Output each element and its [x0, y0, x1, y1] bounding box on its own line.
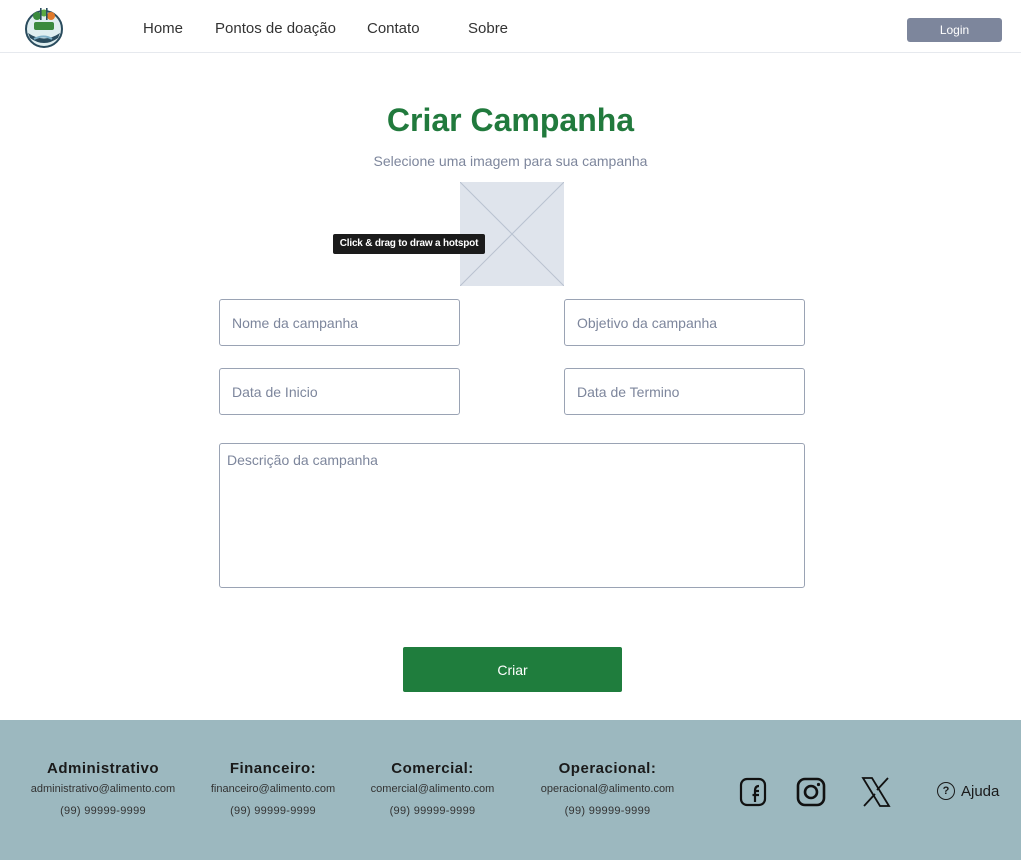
campaign-name-input[interactable]: [219, 299, 460, 346]
nav-sobre[interactable]: Sobre: [468, 20, 508, 37]
x-icon[interactable]: [860, 775, 892, 814]
help-link[interactable]: ? Ajuda: [937, 782, 999, 800]
top-navbar: Home Pontos de doação Contato Sobre Logi…: [0, 0, 1021, 53]
footer-contact-financeiro: Financeiro: financeiro@alimento.com (99)…: [198, 760, 348, 817]
start-date-input[interactable]: [219, 368, 460, 415]
help-icon: ?: [937, 782, 955, 800]
facebook-icon[interactable]: [738, 776, 768, 813]
nav-home[interactable]: Home: [143, 20, 183, 37]
footer: Administrativo administrativo@alimento.c…: [0, 720, 1021, 860]
create-campaign-button[interactable]: Criar: [403, 647, 622, 692]
logo[interactable]: [22, 4, 66, 50]
footer-contact-email[interactable]: operacional@alimento.com: [525, 783, 690, 795]
footer-contact-email[interactable]: administrativo@alimento.com: [18, 783, 188, 795]
footer-contact-phone: (99) 99999-9999: [230, 805, 316, 817]
page-title: Criar Campanha: [386, 102, 635, 138]
image-instruction: Selecione uma imagem para sua campanha: [373, 153, 648, 169]
hotspot-tooltip: Click & drag to draw a hotspot: [333, 234, 485, 254]
nav-pontos-de-doacao[interactable]: Pontos de doação: [215, 20, 336, 37]
footer-contact-head: Comercial:: [391, 760, 474, 777]
end-date-input[interactable]: [564, 368, 805, 415]
footer-contact-head: Financeiro:: [229, 760, 317, 777]
nav-contato[interactable]: Contato: [367, 20, 420, 37]
footer-contact-head: Administrativo: [46, 760, 159, 777]
footer-contact-phone: (99) 99999-9999: [389, 805, 476, 817]
footer-contact-administrativo: Administrativo administrativo@alimento.c…: [18, 760, 188, 817]
footer-contact-comercial: Comercial: comercial@alimento.com (99) 9…: [360, 760, 505, 817]
campaign-goal-input[interactable]: [564, 299, 805, 346]
footer-contact-email[interactable]: financeiro@alimento.com: [198, 783, 348, 795]
campaign-description-input[interactable]: [219, 443, 805, 588]
help-label: Ajuda: [961, 782, 1000, 800]
instagram-icon[interactable]: [795, 775, 827, 814]
login-button[interactable]: Login: [907, 18, 1002, 42]
footer-contact-phone: (99) 99999-9999: [564, 805, 651, 817]
footer-contact-email[interactable]: comercial@alimento.com: [360, 783, 505, 795]
footer-contact-operacional: Operacional: operacional@alimento.com (9…: [525, 760, 690, 817]
footer-contact-phone: (99) 99999-9999: [60, 805, 146, 817]
footer-contact-head: Operacional:: [558, 760, 657, 777]
